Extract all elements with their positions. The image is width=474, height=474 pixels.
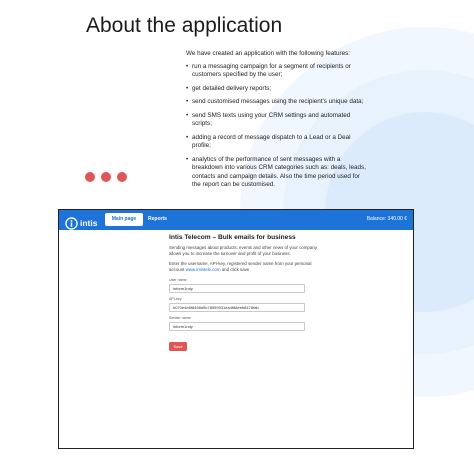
sender-name-label: Sender name <box>169 315 191 320</box>
decorative-dots <box>85 172 127 182</box>
balance-display: Balance: 340.00 € <box>366 216 407 222</box>
hint-suffix: and click save <box>220 266 250 272</box>
dot-icon <box>117 172 127 182</box>
instructions-text: Enter the username, API-key, registered … <box>169 261 319 273</box>
feature-item: get detailed delivery reports; <box>186 85 368 94</box>
feature-item: analytics of the performance of sent mes… <box>186 156 368 190</box>
feature-item: adding a record of message dispatch to a… <box>186 134 368 151</box>
logo-icon <box>65 217 78 230</box>
dot-icon <box>85 172 95 182</box>
logo-text: intis <box>80 218 98 228</box>
dot-icon <box>101 172 111 182</box>
feature-item: send customised messages using the recip… <box>186 98 368 107</box>
logo-subtext: TELECOM <box>80 231 95 234</box>
app-description: Sending messages about products, events … <box>169 245 317 256</box>
tab-reports[interactable]: Reports <box>148 213 167 226</box>
apikey-label: API-key <box>169 296 182 301</box>
tab-main-page[interactable]: Main page <box>105 213 143 226</box>
app-header: intis TELECOM Main page Reports Balance:… <box>59 210 413 234</box>
feature-item: send SMS texts using your CRM settings a… <box>186 112 368 129</box>
features-intro: We have created an application with the … <box>186 50 351 57</box>
save-button[interactable]: Save <box>169 341 187 351</box>
features-list: run a messaging campaign for a segment o… <box>186 63 368 190</box>
logo-wordmark: intis TELECOM <box>80 213 98 235</box>
app-title: Intis Telecom – Bulk emails for business <box>169 234 296 241</box>
intistele-link[interactable]: www.intistele.com <box>186 267 221 272</box>
sender-name-input[interactable] <box>169 321 305 331</box>
apikey-input[interactable] <box>169 302 305 312</box>
page-title: About the application <box>86 14 283 37</box>
logo[interactable]: intis TELECOM <box>65 213 97 234</box>
username-input[interactable] <box>169 283 305 293</box>
features-block: We have created an application with the … <box>186 50 368 195</box>
app-window: intis TELECOM Main page Reports Balance:… <box>58 209 414 449</box>
username-label: User name <box>169 277 187 282</box>
settings-form: Intis Telecom – Bulk emails for business… <box>169 234 319 353</box>
feature-item: run a messaging campaign for a segment o… <box>186 63 368 80</box>
